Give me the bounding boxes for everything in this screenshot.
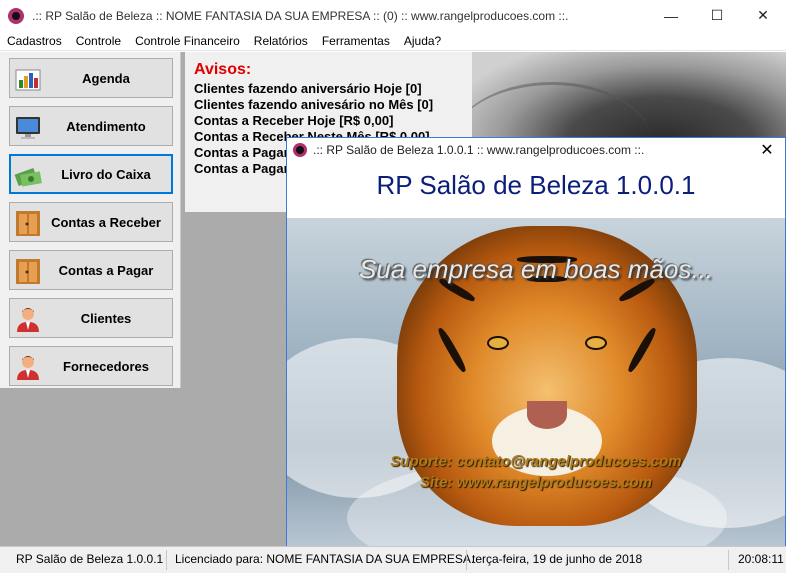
menu-cadastros[interactable]: Cadastros [0,34,69,48]
splash-slogan: Sua empresa em boas mãos... [358,254,714,284]
close-button[interactable]: ✕ [740,0,786,31]
navigation-panel: Agenda Atendimento Livro do Caixa Contas… [0,52,181,388]
splash-title-bar: .:: RP Salão de Beleza 1.0.0.1 :: www.ra… [287,138,785,162]
menu-controle-financeiro[interactable]: Controle Financeiro [128,34,247,48]
splash-heading: RP Salão de Beleza 1.0.0.1 [287,162,785,208]
menu-ferramentas[interactable]: Ferramentas [315,34,397,48]
contas-a-receber-button[interactable]: Contas a Receber [9,202,173,242]
atendimento-button[interactable]: Atendimento [9,106,173,146]
window-controls: — ☐ ✕ [648,0,786,31]
money-icon [14,167,42,187]
contas-a-pagar-button[interactable]: Contas a Pagar [9,250,173,290]
chart-icon [15,69,41,91]
aviso-line: Contas a Receber Hoje [R$ 0,00] [194,113,394,128]
aviso-line: Contas a Pagar [194,161,289,176]
menu-bar: Cadastros Controle Controle Financeiro R… [0,31,786,51]
support-text: Suporte: contato@rangelproducoes.com [390,453,682,470]
title-bar: .:: RP Salão de Beleza :: NOME FANTASIA … [0,0,786,31]
avisos-title: Avisos: [194,61,252,78]
status-time: 20:08:11 [738,552,784,566]
monitor-icon [16,117,40,139]
fornecedores-button[interactable]: Fornecedores [9,346,173,386]
background-photo [472,52,786,142]
person-icon [17,308,39,332]
splash-close-button[interactable]: ✕ [749,138,785,162]
menu-ajuda[interactable]: Ajuda? [397,34,448,48]
status-license: Licenciado para: NOME FANTASIA DA SUA EM… [175,552,475,566]
splash-window: .:: RP Salão de Beleza 1.0.0.1 :: www.ra… [286,137,786,546]
app-icon [293,143,307,157]
aviso-line: Clientes fazendo anivesário no Mês [0] [194,97,434,112]
maximize-button[interactable]: ☐ [694,0,740,31]
app-icon[interactable] [8,7,24,24]
door-icon [16,211,40,236]
clientes-button[interactable]: Clientes [9,298,173,338]
status-date: terça-feira, 19 de junho de 2018 [472,552,643,566]
splash-title: .:: RP Salão de Beleza 1.0.0.1 :: www.ra… [313,143,645,157]
aviso-line: Contas a Pagar [194,145,289,160]
minimize-button[interactable]: — [648,0,694,31]
agenda-button[interactable]: Agenda [9,58,173,98]
menu-controle[interactable]: Controle [69,34,128,48]
menu-relatorios[interactable]: Relatórios [247,34,315,48]
site-text: Site: www.rangelproducoes.com [420,474,652,491]
tiger-image: Sua empresa em boas mãos... Suporte: con… [287,218,785,546]
livro-do-caixa-button[interactable]: Livro do Caixa [9,154,173,194]
aviso-line: Clientes fazendo aniversário Hoje [0] [194,81,422,96]
window-title: .:: RP Salão de Beleza :: NOME FANTASIA … [32,8,569,23]
person-icon [17,356,39,380]
status-app: RP Salão de Beleza 1.0.0.1 [16,552,164,566]
door-icon [16,259,40,284]
status-bar: RP Salão de Beleza 1.0.0.1 Licenciado pa… [0,546,786,573]
